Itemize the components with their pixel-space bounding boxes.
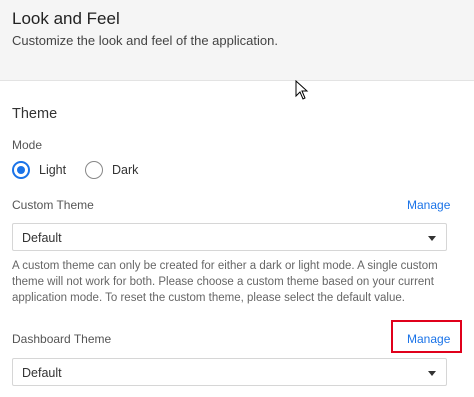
mode-light-radio[interactable] (12, 161, 30, 179)
custom-theme-help-text: A custom theme can only be created for e… (12, 260, 438, 304)
mode-light-label[interactable]: Light (39, 163, 66, 177)
custom-theme-select[interactable]: Default (12, 223, 447, 251)
mode-label: Mode (12, 138, 43, 152)
dashboard-theme-value: Default (22, 366, 62, 380)
custom-theme-label: Custom Theme (12, 198, 94, 212)
dashboard-theme-label: Dashboard Theme (12, 332, 112, 346)
mode-dark-label[interactable]: Dark (112, 163, 138, 177)
dashboard-theme-select[interactable]: Default (12, 358, 447, 386)
page-header: Look and Feel Customize the look and fee… (0, 0, 474, 81)
page-subtitle: Customize the look and feel of the appli… (12, 33, 278, 48)
dashboard-theme-manage-link[interactable]: Manage (407, 332, 450, 346)
chevron-down-icon (428, 371, 436, 376)
theme-section-title: Theme (12, 106, 58, 122)
mode-dark-radio[interactable] (85, 161, 103, 179)
chevron-down-icon (428, 236, 436, 241)
custom-theme-manage-link[interactable]: Manage (407, 198, 450, 212)
page-title: Look and Feel (12, 9, 120, 28)
custom-theme-value: Default (22, 231, 62, 245)
mouse-pointer-icon (295, 80, 309, 100)
